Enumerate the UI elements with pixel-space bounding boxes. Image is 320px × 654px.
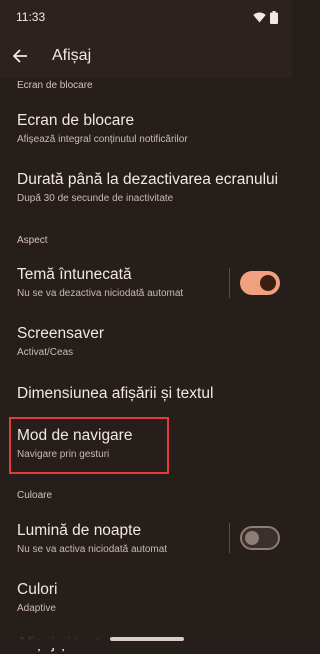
wifi-icon xyxy=(253,12,266,22)
setting-screen-timeout[interactable]: Durată până la dezactivarea ecranului Du… xyxy=(17,170,287,205)
setting-title: Screensaver xyxy=(17,325,105,342)
dark-theme-toggle[interactable] xyxy=(240,271,280,295)
setting-title: Durată până la dezactivarea ecranului xyxy=(17,171,279,188)
toggle-knob xyxy=(245,531,259,545)
app-bar: Afișaj xyxy=(0,34,292,78)
setting-title: Dimensiunea afișării și textul xyxy=(17,385,214,402)
status-icons xyxy=(253,10,278,24)
setting-dark-theme[interactable]: Temă întunecată Nu se va dezactiva nicio… xyxy=(17,265,217,300)
setting-lockscreen[interactable]: Ecran de blocare Afișează integral conți… xyxy=(17,111,277,146)
setting-summary: Afișează integral conținutul notificăril… xyxy=(17,134,188,145)
back-button[interactable] xyxy=(8,44,32,68)
divider xyxy=(229,268,230,298)
page-title: Afișaj xyxy=(52,47,92,64)
bottom-fade xyxy=(0,614,292,648)
status-bar: 11:33 xyxy=(0,0,292,34)
section-header-lock: Ecran de blocare xyxy=(17,80,93,91)
battery-icon xyxy=(270,10,278,24)
setting-screensaver[interactable]: Screensaver Activat/Ceas xyxy=(17,324,217,359)
setting-title: Culori xyxy=(17,581,58,598)
gesture-handle[interactable] xyxy=(110,637,184,641)
setting-title: Temă întunecată xyxy=(17,266,132,283)
divider xyxy=(229,523,230,553)
setting-title: Ecran de blocare xyxy=(17,112,135,129)
setting-title: Lumină de noapte xyxy=(17,522,142,539)
setting-summary: Activat/Ceas xyxy=(17,347,74,358)
night-light-toggle[interactable] xyxy=(240,526,280,550)
toggle-knob xyxy=(260,275,276,291)
setting-summary: După 30 de secunde de inactivitate xyxy=(17,193,174,204)
setting-colors[interactable]: Culori Adaptive xyxy=(17,580,217,615)
setting-display-size[interactable]: Dimensiunea afișării și textul xyxy=(17,384,277,404)
highlight-box xyxy=(9,417,169,474)
section-header-aspect: Aspect xyxy=(17,235,48,246)
arrow-back-icon xyxy=(12,49,27,63)
setting-summary: Nu se va dezactiva niciodată automat xyxy=(17,288,184,299)
status-time: 11:33 xyxy=(16,10,46,24)
setting-night-light[interactable]: Lumină de noapte Nu se va activa nicioda… xyxy=(17,521,217,556)
setting-summary: Nu se va activa niciodată automat xyxy=(17,544,168,555)
section-header-culoare: Culoare xyxy=(17,490,53,501)
